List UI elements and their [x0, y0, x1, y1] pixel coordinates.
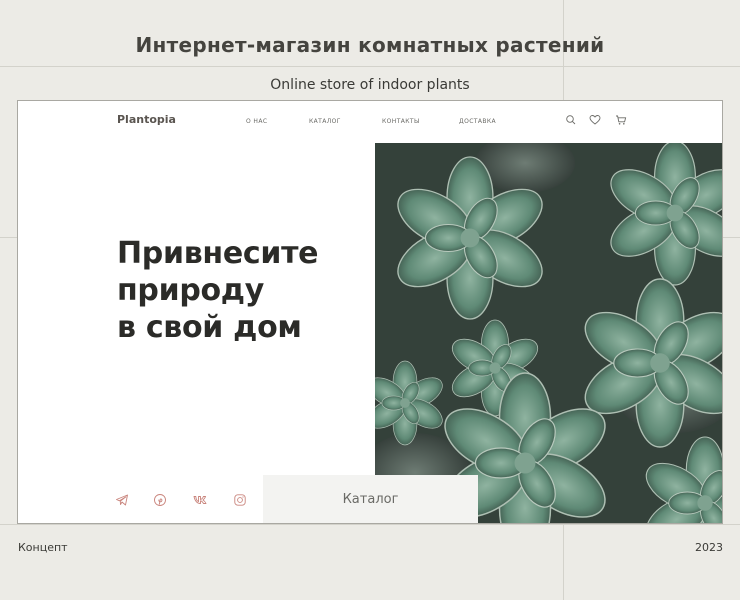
concept-label: Концепт	[18, 541, 68, 554]
presentation-subtitle: Online store of indoor plants	[270, 77, 470, 93]
telegram-icon[interactable]	[115, 493, 129, 507]
nav-delivery[interactable]: ДОСТАВКА	[459, 118, 496, 125]
heart-icon[interactable]	[589, 114, 601, 126]
site-logo[interactable]: Plantopia	[117, 113, 176, 126]
succulent-photo	[375, 143, 722, 523]
nav-catalog[interactable]: КАТАЛОГ	[309, 118, 341, 125]
hero-title: Привнесите природу в свой дом	[117, 235, 357, 346]
vk-icon[interactable]	[193, 493, 207, 507]
instagram-icon[interactable]	[233, 493, 247, 507]
website-mockup: Plantopia О НАС КАТАЛОГ КОНТАКТЫ ДОСТАВК…	[17, 100, 723, 524]
hero-line: в свой дом	[117, 310, 302, 345]
pinterest-icon[interactable]	[153, 493, 167, 507]
guide-line	[0, 66, 740, 67]
search-icon[interactable]	[565, 114, 577, 126]
nav-contacts[interactable]: КОНТАКТЫ	[382, 118, 420, 125]
hero-line: Привнесите	[117, 236, 319, 271]
hero-line: природу	[117, 273, 264, 308]
year-label: 2023	[695, 541, 723, 554]
logo-text: Plantopia	[117, 113, 176, 126]
nav-about[interactable]: О НАС	[246, 118, 267, 125]
catalog-button[interactable]: Каталог	[263, 475, 478, 523]
presentation-title: Интернет-магазин комнатных растений	[135, 33, 605, 57]
guide-line	[0, 524, 740, 525]
cart-icon[interactable]	[615, 114, 627, 126]
